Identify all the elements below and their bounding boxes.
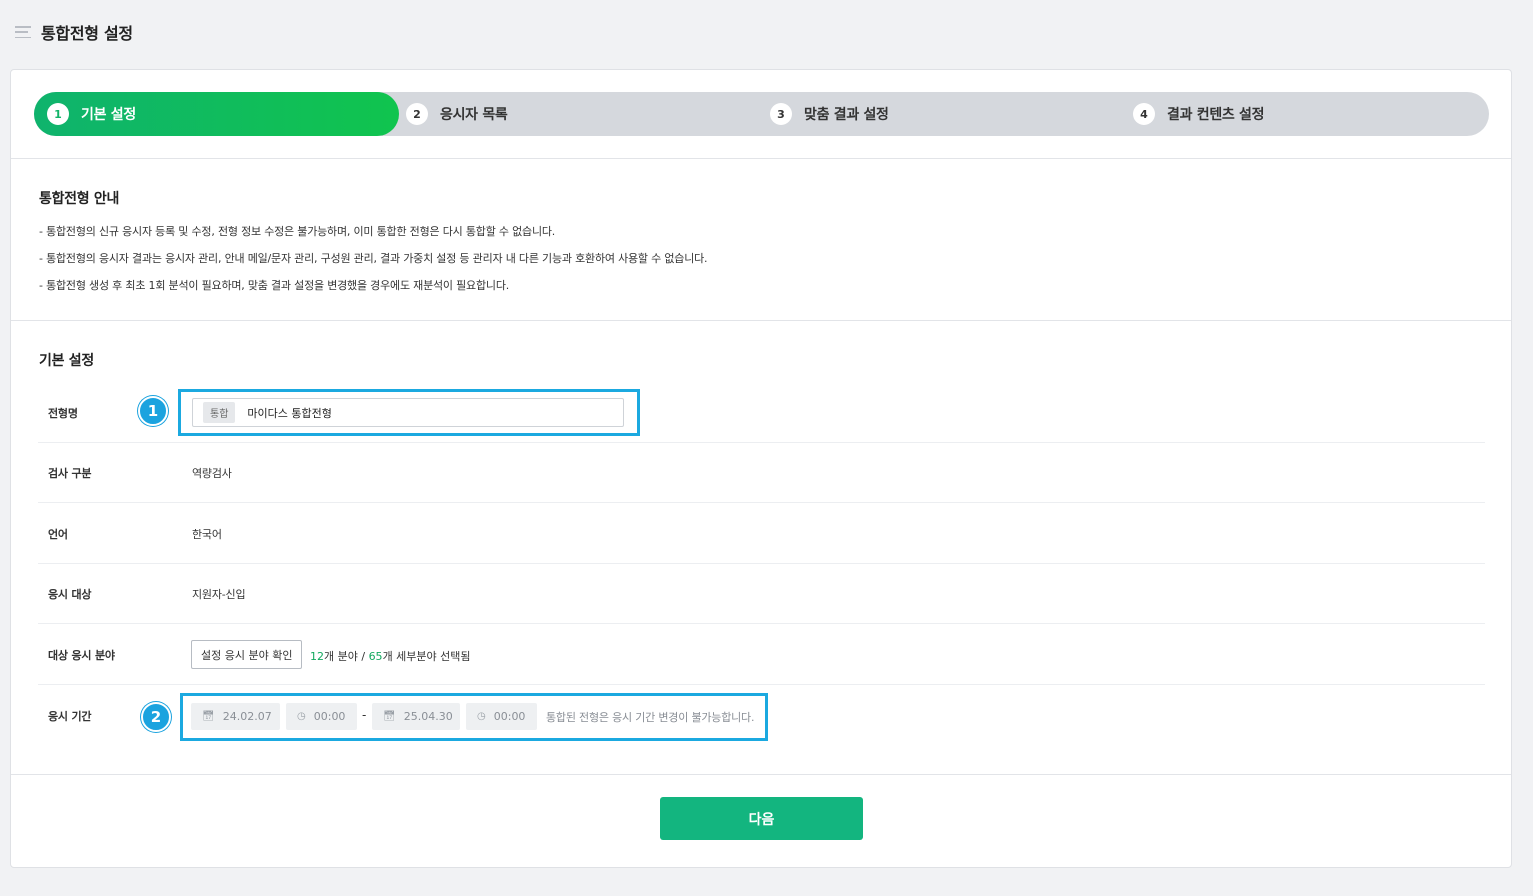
step-result-content-settings[interactable]: 4 결과 컨텐츠 설정 [1133,92,1265,136]
selected-field-count: 12개 분야 / 65개 세부분야 선택됨 [310,648,471,664]
callout-marker-2: 2 [141,702,171,732]
menu-icon[interactable] [15,26,31,38]
divider [11,774,1511,775]
next-button[interactable]: 다음 [660,797,863,840]
language-value: 한국어 [192,527,222,541]
language-row: 언어 한국어 [38,504,1485,564]
field-count-text: 개 분야 / [324,650,369,663]
test-type-value: 역량검사 [192,466,232,480]
step-progress-bar: 1 기본 설정 2 응시자 목록 3 맞춤 결과 설정 4 결과 컨텐츠 설정 [34,92,1489,136]
notice-item: - 통합전형의 응시자 결과는 응시자 관리, 안내 메일/문자 관리, 구성원… [39,252,708,265]
step-label: 맞춤 결과 설정 [804,107,889,123]
notice-item: - 통합전형 생성 후 최초 1회 분석이 필요하며, 맞춤 결과 설정을 변경… [39,279,510,292]
subfield-count-text: 개 세부분야 선택됨 [382,650,471,663]
divider [11,158,1511,159]
step-number: 3 [770,103,792,125]
main-card: 1 기본 설정 2 응시자 목록 3 맞춤 결과 설정 4 결과 컨텐츠 설정 … [10,69,1512,868]
step-number: 1 [47,103,69,125]
step-label: 결과 컨텐츠 설정 [1167,107,1265,123]
highlight-box [178,389,640,436]
step-label: 응시자 목록 [440,107,508,123]
highlight-box [180,693,768,741]
step-applicant-list[interactable]: 2 응시자 목록 [406,92,508,136]
basic-settings-title: 기본 설정 [39,353,94,369]
page-title: 통합전형 설정 [41,24,133,43]
check-fields-button[interactable]: 설정 응시 분야 확인 [191,640,303,669]
callout-marker-1: 1 [138,396,168,426]
name-label: 전형명 [48,406,78,420]
step-number: 4 [1133,103,1155,125]
target-row: 응시 대상 지원자-신입 [38,564,1485,624]
field-label: 대상 응시 분야 [48,648,115,662]
divider [11,320,1511,321]
field-count-number: 12 [310,650,324,663]
language-label: 언어 [48,527,68,541]
page-header: 통합전형 설정 [15,20,133,44]
step-basic-settings[interactable]: 1 기본 설정 [47,92,136,136]
notice-title: 통합전형 안내 [39,191,120,207]
test-type-label: 검사 구분 [48,466,92,480]
step-label: 기본 설정 [81,107,136,123]
test-type-row: 검사 구분 역량검사 [38,443,1485,503]
step-number: 2 [406,103,428,125]
target-value: 지원자-신입 [192,587,246,601]
period-label: 응시 기간 [48,710,92,723]
target-label: 응시 대상 [48,587,92,601]
step-custom-result-settings[interactable]: 3 맞춤 결과 설정 [770,92,889,136]
subfield-count-number: 65 [368,650,383,663]
notice-item: - 통합전형의 신규 응시자 등록 및 수정, 전형 정보 수정은 불가능하며,… [39,225,556,238]
